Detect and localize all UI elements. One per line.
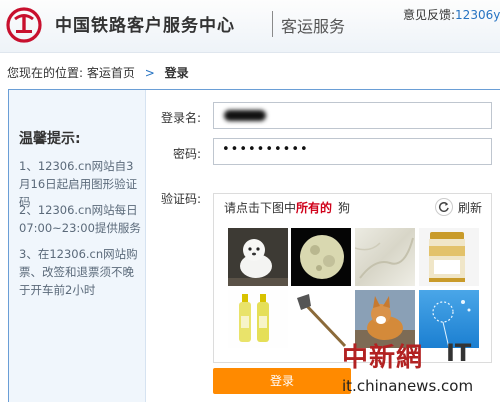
tips-title: 温馨提示: — [19, 131, 81, 147]
header: 中国铁路客户服务中心 客运服务 意见反馈:12306y — [0, 0, 500, 53]
captcha-image-bottles[interactable] — [228, 290, 288, 348]
breadcrumb: 您现在的位置: 客运首页 > 登录 — [7, 64, 189, 81]
password-field[interactable]: •••••••••• — [213, 138, 492, 165]
captcha-prompt-prefix: 请点击下图中 — [224, 201, 297, 215]
watermark-chinese-logo: 中新網 — [342, 343, 424, 373]
full-moon-icon — [300, 235, 344, 279]
username-redacted-value — [224, 110, 266, 121]
breadcrumb-prefix: 您现在的位置: — [7, 66, 84, 80]
captcha-image-full-moon[interactable] — [291, 228, 351, 286]
refresh-icon[interactable] — [435, 198, 453, 216]
tip-item-2: 2、12306.cn网站每日07:00~23:00提供服务 — [19, 203, 141, 235]
tip-item-3: 3、在12306.cn网站购票、改签和退票须不晚于开车前2小时 — [19, 247, 138, 297]
feedback-email-link[interactable]: 12306y — [455, 8, 500, 22]
captcha-prompt-word: 狗 — [338, 201, 351, 215]
password-mask: •••••••••• — [222, 142, 309, 157]
white-dog-icon — [228, 239, 288, 286]
captcha-image-white-dog[interactable] — [228, 228, 288, 286]
site-title: 中国铁路客户服务中心 — [55, 16, 235, 36]
username-field[interactable] — [213, 102, 492, 129]
captcha-image-marble-texture[interactable] — [355, 228, 415, 286]
milk-powder-can-icon — [429, 232, 465, 282]
username-label: 登录名: — [160, 111, 201, 125]
feedback: 意见反馈:12306y — [403, 6, 500, 23]
watermark-it-logo: IT — [446, 339, 472, 367]
breadcrumb-current: 登录 — [164, 66, 189, 80]
captcha-image-milk-powder[interactable] — [419, 228, 479, 286]
chinanews-watermark: 中新網 IT it.chinanews.com — [334, 337, 500, 401]
captcha-prompt: 请点击下图中所有的狗 — [224, 199, 350, 216]
login-button[interactable]: 登录 — [213, 368, 351, 394]
watermark-url: it.chinanews.com — [342, 377, 474, 395]
breadcrumb-separator: > — [144, 66, 155, 80]
marble-texture-icon — [355, 237, 414, 279]
feedback-label: 意见反馈: — [403, 8, 456, 22]
captcha-label: 验证码: — [160, 192, 201, 206]
site-subtitle: 客运服务 — [281, 17, 346, 36]
tips-sidebar: 温馨提示: 1、12306.cn网站自3月16日起启用图形验证码 2、12306… — [9, 90, 146, 402]
breadcrumb-home-link[interactable]: 客运首页 — [87, 66, 135, 80]
header-divider — [272, 11, 273, 37]
captcha-prompt-highlight: 所有的 — [296, 201, 333, 215]
railway-logo-icon — [6, 7, 42, 43]
password-label: 密码: — [172, 147, 201, 161]
bottles-icon — [239, 294, 269, 342]
refresh-button[interactable]: 刷新 — [458, 199, 482, 216]
